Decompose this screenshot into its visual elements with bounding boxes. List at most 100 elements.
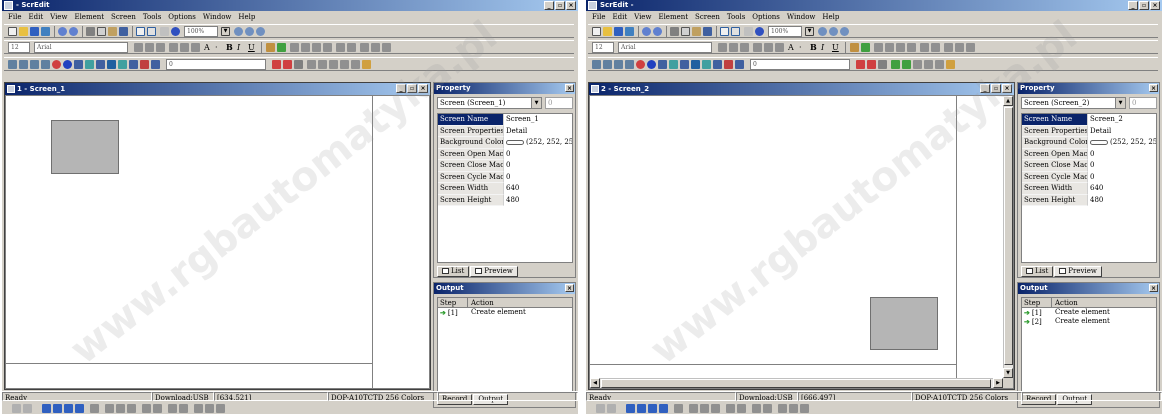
cut-icon[interactable] [86,27,95,36]
align-right-icon[interactable] [740,43,749,52]
tab-preview[interactable]: Preview [1054,266,1102,277]
draw-circle-icon[interactable] [294,60,303,69]
distribute-icon[interactable] [711,404,720,413]
screen-minimize-button[interactable]: _ [980,84,990,93]
align-top-icon[interactable] [169,43,178,52]
screen-close-button[interactable]: × [1002,84,1012,93]
property-row[interactable]: Screen Properties Detail [438,125,572,137]
menu-view[interactable]: View [50,12,67,22]
tab-preview[interactable]: Preview [470,266,518,277]
size-icon[interactable] [142,404,151,413]
size-icon[interactable] [153,404,162,413]
resize-grip-icon[interactable] [1003,378,1013,388]
fill-icon[interactable] [277,43,286,52]
tab-list[interactable]: List [1021,266,1054,277]
zoom-out-icon[interactable] [245,27,254,36]
font-size-select[interactable]: 12 [592,42,614,53]
indicator-element-icon[interactable] [647,60,656,69]
property-row[interactable]: Screen Open Macro 0 [1022,148,1156,160]
screen-selector[interactable]: Screen (Screen_1) ▼ [437,97,542,109]
property-row[interactable]: Screen Height 480 [1022,194,1156,206]
canvas-element[interactable] [51,120,119,174]
paste-icon[interactable] [108,27,117,36]
menu-edit[interactable]: Edit [612,12,627,22]
col-action[interactable]: Action [468,298,494,307]
menu-options[interactable]: Options [168,12,196,22]
distribute-icon[interactable] [700,404,709,413]
font-color-icon[interactable]: A [204,43,213,52]
order-icon[interactable] [216,404,225,413]
display-element-icon[interactable] [713,60,722,69]
distribute-icon[interactable] [90,404,99,413]
property-row[interactable]: Screen Open Macro 0 [438,148,572,160]
zoom-in-icon[interactable] [234,27,243,36]
align-center-icon[interactable] [729,43,738,52]
align-left-icon[interactable] [718,43,727,52]
cut-icon[interactable] [670,27,679,36]
send-back-icon[interactable] [907,43,916,52]
table-row[interactable]: ➔ [2] Create element [1022,317,1156,326]
menu-element[interactable]: Element [74,12,104,22]
save-icon[interactable] [30,27,39,36]
font-name-select[interactable]: Arial [34,42,128,53]
zoom-fit-icon[interactable] [840,27,849,36]
menu-file[interactable]: File [592,12,605,22]
distribute-icon[interactable] [127,404,136,413]
property-close-icon[interactable]: × [565,84,574,92]
menu-help[interactable]: Help [822,12,839,22]
property-row[interactable]: Background Color(252, 252, 252) [1022,137,1156,149]
property-row[interactable]: Screen Close Macro0 [1022,160,1156,172]
draw-scale-icon[interactable] [924,60,933,69]
new-file-icon[interactable] [8,27,17,36]
align-middle-icon[interactable] [764,43,773,52]
screen-icon[interactable] [720,27,729,36]
pen-icon[interactable] [850,43,859,52]
same-height-icon[interactable] [955,43,964,52]
draw-rect-icon[interactable] [283,60,292,69]
underline-icon[interactable]: U [832,43,841,52]
align-icon[interactable] [659,404,668,413]
zoom-select[interactable]: 100% [768,26,802,37]
output-close-icon[interactable]: × [565,284,574,292]
align-icon[interactable] [637,404,646,413]
layout-icon[interactable] [23,404,32,413]
redo-icon[interactable] [653,27,662,36]
distribute-icon[interactable] [105,404,114,413]
alarm-element-icon[interactable] [702,60,711,69]
undo-icon[interactable] [642,27,651,36]
font-size-select[interactable]: 12 [8,42,30,53]
zoom-fit-icon[interactable] [256,27,265,36]
picture-element-icon[interactable] [107,60,116,69]
order-icon[interactable] [778,404,787,413]
draw-scale-icon[interactable] [340,60,349,69]
menu-edit[interactable]: Edit [28,12,43,22]
col-action[interactable]: Action [1052,298,1078,307]
menu-file[interactable]: File [8,12,21,22]
draw-arc-icon[interactable] [307,60,316,69]
draw-rect-icon[interactable] [867,60,876,69]
draw-line-icon[interactable] [856,60,865,69]
align-right-icon[interactable] [156,43,165,52]
layer-up-icon[interactable] [874,43,883,52]
text-color-icon[interactable]: · [215,43,224,52]
pipe-element-icon[interactable] [41,60,50,69]
align-bottom-icon[interactable] [775,43,784,52]
same-height-icon[interactable] [371,43,380,52]
draw-text-icon[interactable] [913,60,922,69]
table-row[interactable]: ➔ [1] Create element [1022,308,1156,317]
save-icon[interactable] [614,27,623,36]
alarm-element-icon[interactable] [118,60,127,69]
compile-icon[interactable] [744,27,753,36]
vertical-scrollbar[interactable]: ▲ ▼ [1003,96,1013,378]
align-icon[interactable] [648,404,657,413]
draw-bitmap-icon[interactable] [351,60,360,69]
scroll-down-icon[interactable]: ▼ [1003,368,1013,378]
fill-icon[interactable] [861,43,870,52]
menu-window[interactable]: Window [203,12,232,22]
pipe-element-icon[interactable] [625,60,634,69]
menu-view[interactable]: View [634,12,651,22]
align-middle-icon[interactable] [180,43,189,52]
bold-icon[interactable]: B [810,43,819,52]
align-icon[interactable] [53,404,62,413]
download-icon[interactable] [171,27,180,36]
